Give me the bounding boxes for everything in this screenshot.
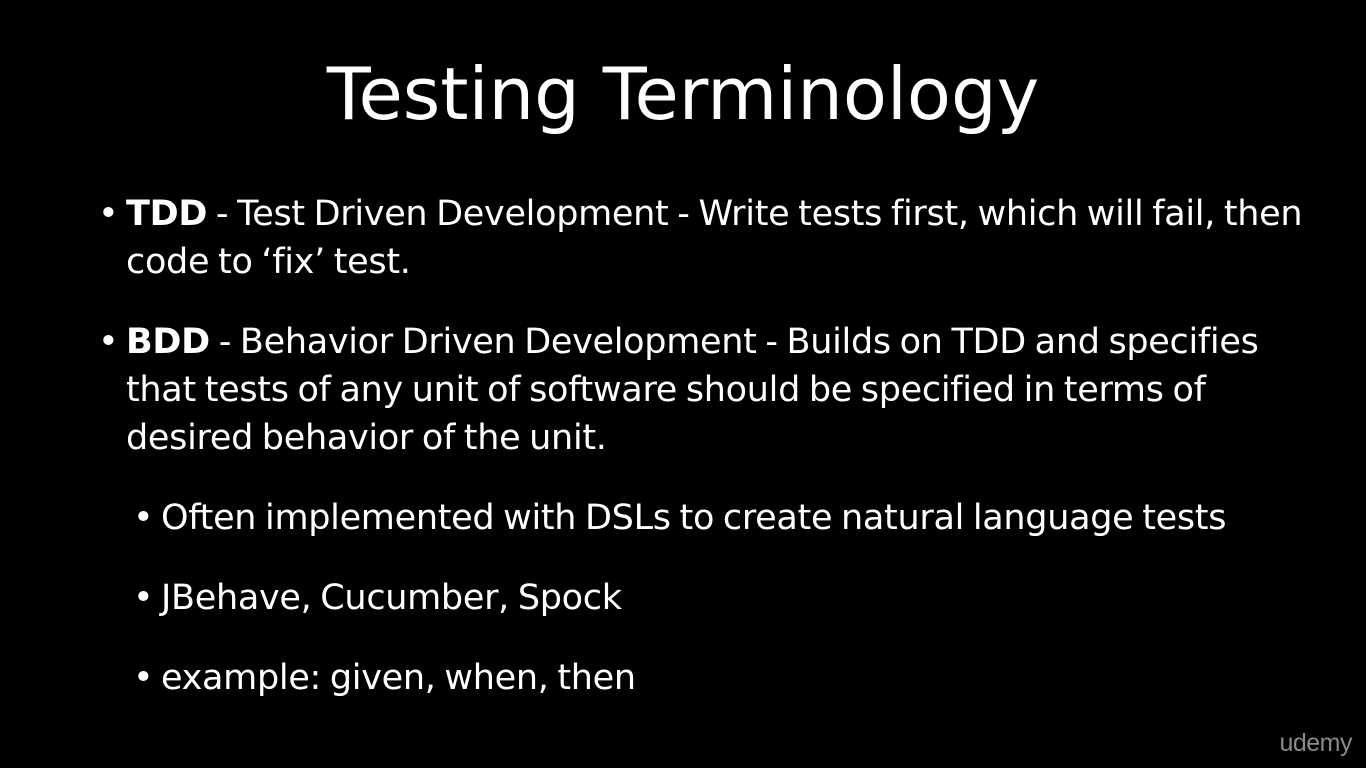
bullet-term: BDD <box>126 322 210 362</box>
bullet-tdd: • TDD - Test Driven Development - Write … <box>98 190 1326 286</box>
sub-bullet-text: Often implemented with DSLs to create na… <box>161 498 1227 538</box>
sub-bullet-example: • example: given, when, then <box>133 654 636 702</box>
sub-bullet-dot: • <box>133 578 154 618</box>
bullet-text: - Test Driven Development - Write tests … <box>126 194 1303 282</box>
bullet-dot: • <box>98 194 119 234</box>
bullet-bdd: • BDD - Behavior Driven Development - Bu… <box>98 318 1326 462</box>
sub-bullet-text: example: given, when, then <box>161 658 636 698</box>
bullet-term: TDD <box>126 194 208 234</box>
sub-bullet-dot: • <box>133 498 154 538</box>
sub-bullet-dot: • <box>133 658 154 698</box>
sub-bullet-dsl: • Often implemented with DSLs to create … <box>133 494 1227 542</box>
slide-title: Testing Terminology <box>326 52 1040 136</box>
sub-bullet-frameworks: • JBehave, Cucumber, Spock <box>133 574 622 622</box>
slide: Testing Terminology • TDD - Test Driven … <box>0 0 1366 768</box>
sub-bullet-text: JBehave, Cucumber, Spock <box>161 578 622 618</box>
udemy-watermark-logo: udemy <box>1279 729 1352 757</box>
bullet-dot: • <box>98 322 119 362</box>
bullet-text: - Behavior Driven Development - Builds o… <box>126 322 1259 458</box>
